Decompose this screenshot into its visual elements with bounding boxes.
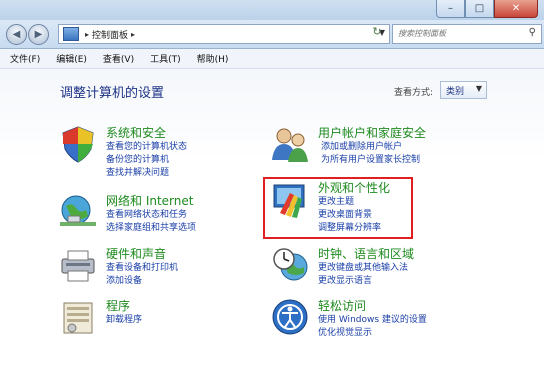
category-link[interactable]: 添加设备 <box>106 275 178 288</box>
menu-edit[interactable]: 编辑(E) <box>56 52 87 65</box>
search-input[interactable] <box>393 25 518 41</box>
category-link[interactable]: 优化视觉显示 <box>318 327 427 340</box>
category-title[interactable]: 轻松访问 <box>318 297 366 314</box>
printer-icon[interactable] <box>58 245 98 285</box>
category-link-label: 添加或删除用户帐户 <box>321 142 403 152</box>
category-link[interactable]: 备份您的计算机 <box>106 154 187 167</box>
accessibility-icon[interactable] <box>270 297 310 337</box>
users-icon[interactable] <box>270 124 310 164</box>
category-link[interactable]: 添加或删除用户帐户 <box>318 141 420 154</box>
view-by-label: 查看方式: <box>394 88 434 98</box>
page-title: 调整计算机的设置 <box>60 86 165 101</box>
category-link[interactable]: 查找并解决问题 <box>106 167 187 180</box>
category-link[interactable]: 更改键盘或其他输入法 <box>318 262 408 275</box>
title-bar: – □ ✕ <box>0 0 544 20</box>
view-by-value: 类别 <box>446 86 465 97</box>
search-icon[interactable]: ⚲ <box>529 27 536 38</box>
breadcrumb[interactable]: 控制面板 <box>92 28 128 41</box>
menu-file[interactable]: 文件(F) <box>10 52 40 65</box>
search-box[interactable]: ⚲ <box>392 24 542 44</box>
category-link[interactable]: 查看网络状态和任务 <box>106 209 196 222</box>
category-network-internet: 网络和 Internet 查看网络状态和任务 选择家庭组和共享选项 <box>58 192 258 242</box>
category-hardware-sound: 硬件和声音 查看设备和打印机 添加设备 <box>58 245 258 295</box>
maximize-button[interactable]: □ <box>465 0 494 18</box>
category-link[interactable]: 选择家庭组和共享选项 <box>106 222 196 235</box>
close-button[interactable]: ✕ <box>494 0 538 18</box>
breadcrumb-arrow-icon[interactable]: ▸ <box>131 30 135 39</box>
navigation-bar: ◀ ▶ ▸ 控制面板 ▸ ▼ ↻ ⚲ <box>0 20 544 49</box>
category-link[interactable]: 查看您的计算机状态 <box>106 141 187 154</box>
category-title[interactable]: 用户帐户和家庭安全 <box>318 124 426 141</box>
chevron-down-icon: ▼ <box>475 84 482 93</box>
category-ease-of-access: 轻松访问 使用 Windows 建议的设置 优化视觉显示 <box>270 297 500 347</box>
category-title[interactable]: 时钟、语言和区域 <box>318 245 414 262</box>
menu-help[interactable]: 帮助(H) <box>197 52 229 65</box>
globe-network-icon[interactable] <box>58 192 98 232</box>
category-link[interactable]: 为所有用户设置家长控制 <box>318 154 420 167</box>
category-user-accounts: 用户帐户和家庭安全 添加或删除用户帐户 为所有用户设置家长控制 <box>270 124 500 174</box>
category-link[interactable]: 查看设备和打印机 <box>106 262 178 275</box>
category-system-security: 系统和安全 查看您的计算机状态 备份您的计算机 查找并解决问题 <box>58 124 258 184</box>
category-programs: 程序 卸载程序 <box>58 297 258 347</box>
minimize-button[interactable]: – <box>436 0 465 18</box>
category-clock-language: 时钟、语言和区域 更改键盘或其他输入法 更改显示语言 <box>270 245 500 295</box>
category-title[interactable]: 网络和 Internet <box>106 192 193 209</box>
category-title[interactable]: 系统和安全 <box>106 124 166 141</box>
shield-icon[interactable] <box>58 124 98 164</box>
clock-globe-icon[interactable] <box>270 245 310 285</box>
forward-button[interactable]: ▶ <box>28 24 49 45</box>
menu-bar: 文件(F) 编辑(E) 查看(V) 工具(T) 帮助(H) <box>0 49 544 69</box>
category-link[interactable]: 使用 Windows 建议的设置 <box>318 314 427 327</box>
refresh-icon[interactable]: ↻ <box>370 25 384 41</box>
address-bar[interactable]: ▸ 控制面板 ▸ ▼ <box>58 24 390 44</box>
category-link[interactable]: 卸载程序 <box>106 314 142 327</box>
back-button[interactable]: ◀ <box>6 24 27 45</box>
category-title[interactable]: 程序 <box>106 297 130 314</box>
breadcrumb-arrow-icon[interactable]: ▸ <box>85 30 89 39</box>
main-content: 调整计算机的设置 查看方式: 类别 ▼ 系统和安全 查看您的计算机状态 备份您的… <box>0 69 544 373</box>
category-title[interactable]: 硬件和声音 <box>106 245 166 262</box>
highlight-box <box>263 177 413 239</box>
category-link-label: 为所有用户设置家长控制 <box>321 155 421 165</box>
control-panel-icon <box>63 27 79 41</box>
programs-icon[interactable] <box>58 297 98 337</box>
menu-tools[interactable]: 工具(T) <box>150 52 181 65</box>
category-link[interactable]: 更改显示语言 <box>318 275 408 288</box>
menu-view[interactable]: 查看(V) <box>103 52 134 65</box>
view-by-select[interactable]: 类别 ▼ <box>440 81 487 99</box>
window-controls: – □ ✕ <box>436 0 538 18</box>
